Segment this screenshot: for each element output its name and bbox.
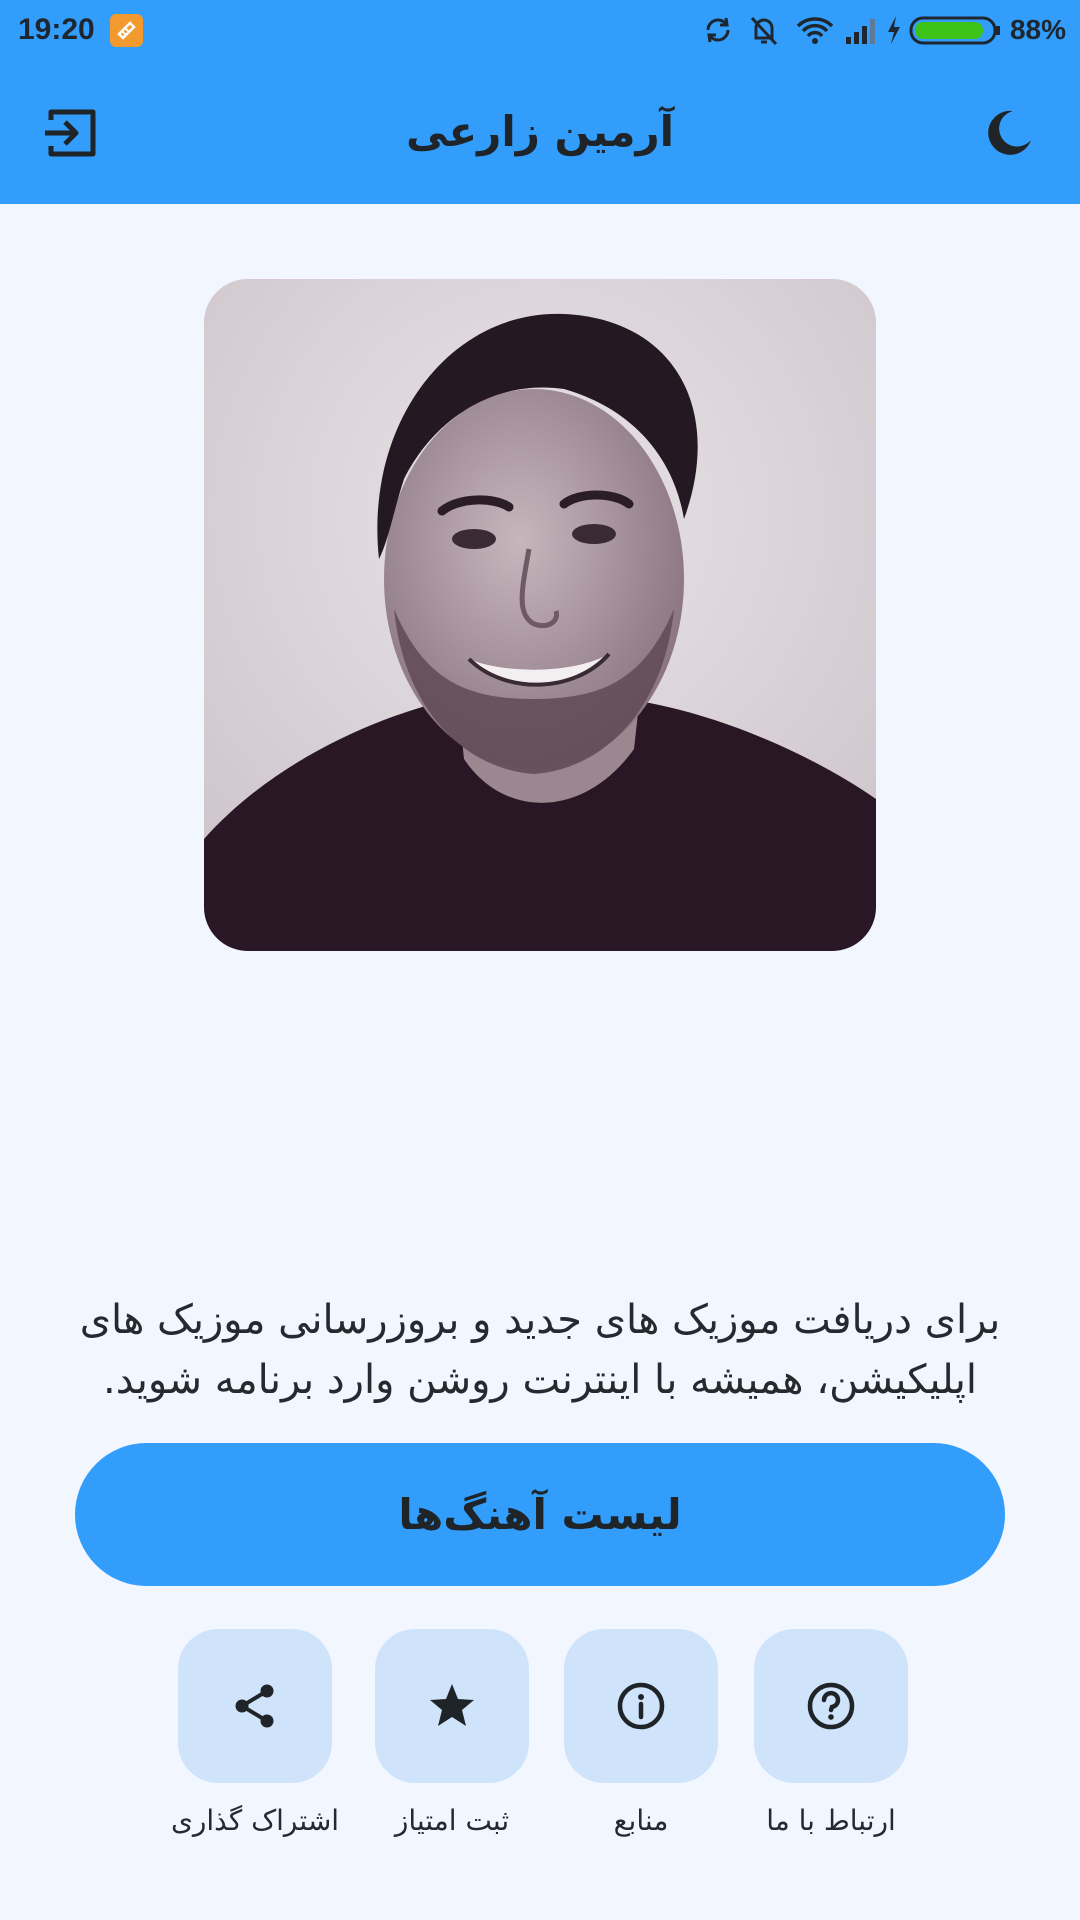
charging-icon — [884, 10, 904, 54]
muted-bell-icon — [746, 10, 782, 54]
wifi-icon — [794, 10, 836, 54]
contact-us-button[interactable] — [754, 1629, 908, 1783]
dark-mode-moon-icon — [973, 110, 1043, 172]
signal-icon — [842, 10, 882, 54]
status-bar: 19:20 88% — [0, 0, 1080, 62]
share-button[interactable] — [178, 1629, 332, 1783]
battery-icon — [908, 10, 1002, 54]
sources-button[interactable] — [564, 1629, 718, 1783]
app-bar: آرمین زارعی — [0, 62, 1080, 204]
song-list-button[interactable]: لیست آهنگ‌ها — [75, 1443, 1005, 1586]
rate-label: ثبت امتیاز — [394, 1804, 510, 1837]
dark-mode-button[interactable] — [973, 98, 1043, 168]
artist-photo — [204, 279, 876, 951]
app-notification-icon — [110, 14, 143, 47]
rate-button[interactable] — [375, 1629, 529, 1783]
battery-percent: 88% — [1009, 14, 1066, 45]
share-label: اشتراک گذاری — [170, 1804, 340, 1837]
info-message: برای دریافت موزیک های جدید و بروزرسانی م… — [79, 1297, 1001, 1403]
sources-label: منابع — [613, 1804, 669, 1837]
page-title: آرمین زارعی — [405, 107, 675, 156]
status-time: 19:20 — [18, 13, 95, 46]
contact-us-label: ارتباط با ما — [766, 1804, 896, 1837]
sync-icon — [700, 10, 736, 54]
